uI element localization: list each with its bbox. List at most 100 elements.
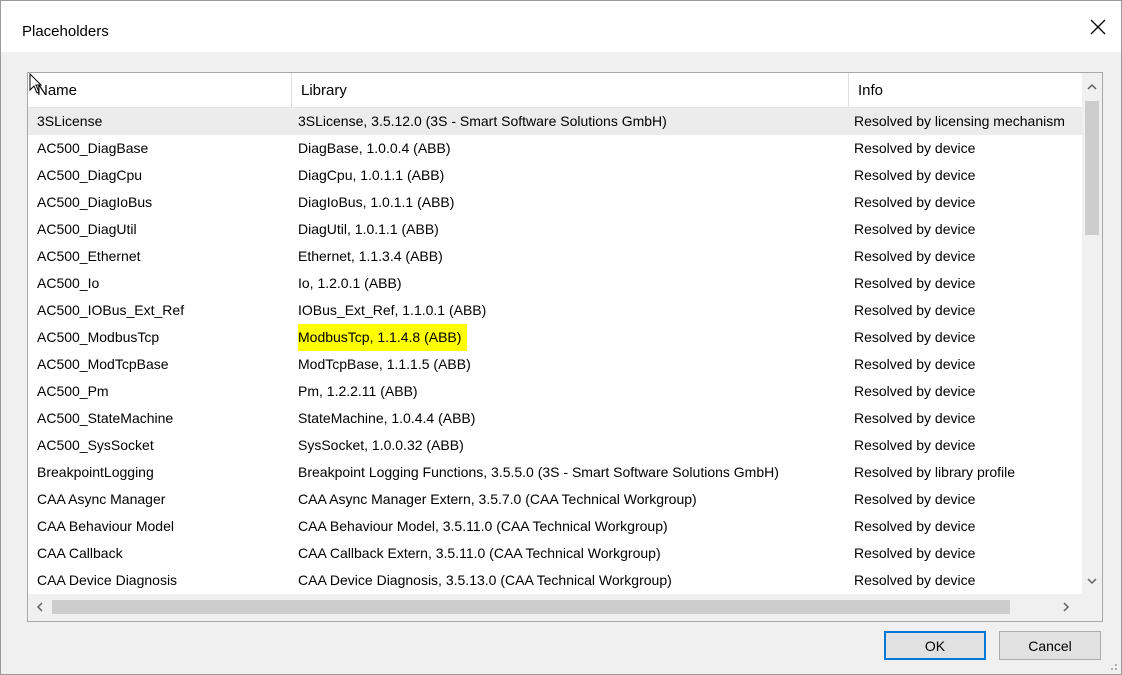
vertical-scroll-thumb[interactable] <box>1085 101 1099 235</box>
cell-name-text: CAA Async Manager <box>37 491 166 507</box>
chevron-left-icon <box>36 602 43 612</box>
cell-library: CAA Behaviour Model, 3.5.11.0 (CAA Techn… <box>298 513 848 540</box>
cell-info-text: Resolved by device <box>854 275 976 291</box>
cell-info: Resolved by device <box>854 351 1082 378</box>
cell-name-text: AC500_IOBus_Ext_Ref <box>37 302 185 318</box>
cell-info: Resolved by device <box>854 243 1082 270</box>
cell-library-text: Io, 1.2.0.1 (ABB) <box>298 275 402 291</box>
table-row[interactable]: AC500_DiagCpu DiagCpu, 1.0.1.1 (ABB) Resol… <box>28 162 1082 189</box>
table-row[interactable]: AC500_DiagUtil DiagUtil, 1.0.1.1 (ABB) Res… <box>28 216 1082 243</box>
table-row[interactable]: AC500_DiagBase DiagBase, 1.0.0.4 (ABB) Res… <box>28 135 1082 162</box>
cell-name-text: CAA Device Diagnosis <box>37 572 178 588</box>
cell-library: IOBus_Ext_Ref, 1.1.0.1 (ABB) <box>298 297 848 324</box>
scroll-up-button[interactable] <box>1082 77 1102 97</box>
cell-info-text: Resolved by licensing mechanism <box>854 113 1065 129</box>
chevron-up-icon <box>1087 83 1097 90</box>
scroll-right-button[interactable] <box>1056 597 1076 617</box>
cell-name: BreakpointLogging <box>37 459 287 486</box>
table-row[interactable]: AC500_SysSocket SysSocket, 1.0.0.32 (ABB)… <box>28 432 1082 459</box>
cell-library: DiagCpu, 1.0.1.1 (ABB) <box>298 162 848 189</box>
cell-info-text: Resolved by device <box>854 410 976 426</box>
table-row[interactable]: CAA Behaviour Model CAA Behaviour Model, … <box>28 513 1082 540</box>
cell-info: Resolved by device <box>854 324 1082 351</box>
scroll-down-button[interactable] <box>1082 571 1102 591</box>
cell-name: CAA Async Manager <box>37 486 287 513</box>
cell-info: Resolved by device <box>854 405 1082 432</box>
table-row[interactable]: AC500_IOBus_Ext_Ref IOBus_Ext_Ref, 1.1.0.… <box>28 297 1082 324</box>
horizontal-scroll-thumb[interactable] <box>52 600 1010 614</box>
cell-library-text: 3SLicense, 3.5.12.0 (3S - Smart Software… <box>298 113 667 129</box>
cell-library: CAA Async Manager Extern, 3.5.7.0 (CAA T… <box>298 486 848 513</box>
cancel-button[interactable]: Cancel <box>999 631 1101 660</box>
cell-info-text: Resolved by device <box>854 167 976 183</box>
cell-name: AC500_StateMachine <box>37 405 287 432</box>
list-header: Name Library Info <box>28 73 1082 108</box>
mouse-cursor-icon <box>29 73 43 94</box>
cell-info: Resolved by device <box>854 513 1082 540</box>
cell-name-text: AC500_SysSocket <box>37 437 154 453</box>
cell-name-text: 3SLicense <box>37 113 103 129</box>
cell-name-text: AC500_Ethernet <box>37 248 141 264</box>
cell-info-text: Resolved by device <box>854 518 976 534</box>
horizontal-scrollbar[interactable] <box>28 594 1082 621</box>
cell-info: Resolved by device <box>854 486 1082 513</box>
table-row[interactable]: BreakpointLogging Breakpoint Logging Func… <box>28 459 1082 486</box>
cell-name: CAA Device Diagnosis <box>37 567 287 594</box>
table-row[interactable]: AC500_DiagIoBus DiagIoBus, 1.0.1.1 (ABB) R… <box>28 189 1082 216</box>
cell-name-text: AC500_StateMachine <box>37 410 174 426</box>
cell-info-text: Resolved by device <box>854 437 976 453</box>
cell-library-text: CAA Device Diagnosis, 3.5.13.0 (CAA Tech… <box>298 572 672 588</box>
ok-button[interactable]: OK <box>884 631 986 660</box>
column-header-library[interactable]: Library <box>292 73 849 107</box>
cell-info: Resolved by device <box>854 378 1082 405</box>
cell-name-text: AC500_DiagIoBus <box>37 194 153 210</box>
table-row[interactable]: CAA Callback CAA Callback Extern, 3.5.11.… <box>28 540 1082 567</box>
cell-name: AC500_IOBus_Ext_Ref <box>37 297 287 324</box>
table-row[interactable]: AC500_ModbusTcp ModbusTcp, 1.1.4.8 (ABB) R… <box>28 324 1082 351</box>
column-header-info[interactable]: Info <box>849 73 1082 107</box>
cell-name: AC500_DiagIoBus <box>37 189 287 216</box>
table-row[interactable]: AC500_Ethernet Ethernet, 1.1.3.4 (ABB) Res… <box>28 243 1082 270</box>
table-row[interactable]: CAA Async Manager CAA Async Manager Exter… <box>28 486 1082 513</box>
cell-info-text: Resolved by device <box>854 221 976 237</box>
cell-name: AC500_Io <box>37 270 287 297</box>
column-name-label: Name <box>37 82 78 99</box>
chevron-down-icon <box>1087 578 1097 585</box>
cell-library: SysSocket, 1.0.0.32 (ABB) <box>298 432 848 459</box>
cell-library-text: DiagUtil, 1.0.1.1 (ABB) <box>298 221 439 237</box>
cell-info-text: Resolved by device <box>854 140 976 156</box>
cell-library: Pm, 1.2.2.11 (ABB) <box>298 378 848 405</box>
cell-library: CAA Device Diagnosis, 3.5.13.0 (CAA Tech… <box>298 567 848 594</box>
ok-button-label: OK <box>924 637 946 654</box>
cell-library: Ethernet, 1.1.3.4 (ABB) <box>298 243 848 270</box>
cell-info-text: Resolved by device <box>854 302 976 318</box>
table-row[interactable]: AC500_ModTcpBase ModTcpBase, 1.1.1.5 (ABB… <box>28 351 1082 378</box>
cell-info-text: Resolved by device <box>854 248 976 264</box>
cell-info: Resolved by device <box>854 540 1082 567</box>
resize-grip-icon[interactable] <box>1108 661 1118 671</box>
cell-library-text: StateMachine, 1.0.4.4 (ABB) <box>298 410 476 426</box>
cell-name: AC500_DiagUtil <box>37 216 287 243</box>
cell-name: AC500_Ethernet <box>37 243 287 270</box>
cell-info: Resolved by device <box>854 189 1082 216</box>
column-header-name[interactable]: Name <box>28 73 292 107</box>
cell-info: Resolved by device <box>854 297 1082 324</box>
table-row[interactable]: 3SLicense 3SLicense, 3.5.12.0 (3S - Smart… <box>28 108 1082 135</box>
close-button[interactable] <box>1075 7 1121 47</box>
table-row[interactable]: AC500_Pm Pm, 1.2.2.11 (ABB) Resolved by de… <box>28 378 1082 405</box>
close-icon <box>1090 19 1106 35</box>
table-row[interactable]: AC500_Io Io, 1.2.0.1 (ABB) Resolved by dev… <box>28 270 1082 297</box>
cell-name: CAA Callback <box>37 540 287 567</box>
cell-library-text: CAA Behaviour Model, 3.5.11.0 (CAA Techn… <box>298 518 668 534</box>
scroll-left-button[interactable] <box>30 597 50 617</box>
cell-name-text: CAA Callback <box>37 545 123 561</box>
cell-info-text: Resolved by device <box>854 194 976 210</box>
table-row[interactable]: AC500_StateMachine StateMachine, 1.0.4.4 … <box>28 405 1082 432</box>
vertical-scrollbar[interactable] <box>1082 73 1102 594</box>
placeholders-list[interactable]: Name Library Info 3SLicense 3SLicense, 3.… <box>27 72 1103 622</box>
cell-info: Resolved by device <box>854 567 1082 594</box>
table-row[interactable]: CAA Device Diagnosis CAA Device Diagnosis… <box>28 567 1082 594</box>
cell-library-text: CAA Async Manager Extern, 3.5.7.0 (CAA T… <box>298 491 697 507</box>
cancel-button-label: Cancel <box>1028 637 1072 654</box>
cell-name-text: AC500_Io <box>37 275 100 291</box>
